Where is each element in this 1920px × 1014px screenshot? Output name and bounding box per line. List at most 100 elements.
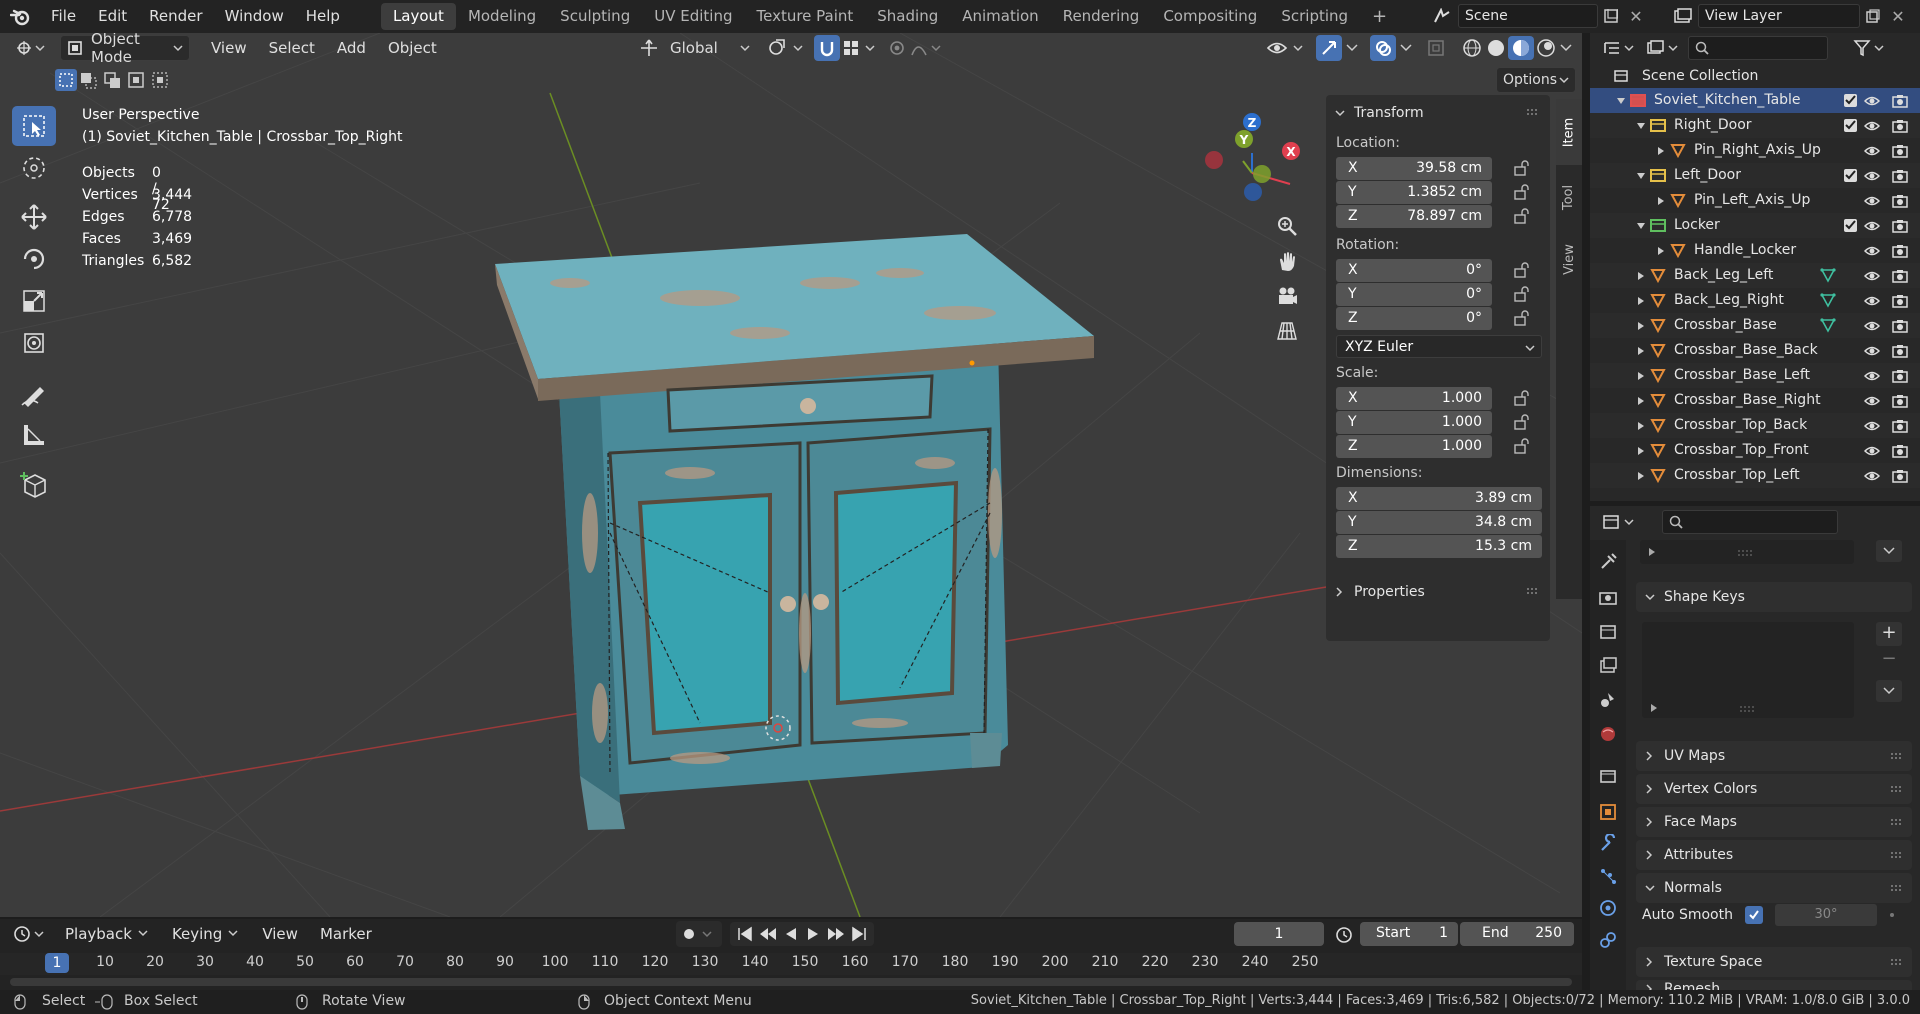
timeline-menu-playback[interactable]: Playback — [54, 921, 161, 947]
drag-handle-icon[interactable] — [1526, 587, 1540, 595]
new-view-layer-icon[interactable] — [1860, 4, 1886, 28]
location-z-field[interactable]: Z 78.897 cm — [1336, 205, 1492, 228]
tab-scripting[interactable]: Scripting — [1269, 3, 1360, 30]
select-intersect-icon[interactable] — [149, 69, 173, 91]
snap-toggle-icon[interactable] — [814, 35, 840, 61]
viewport-menu-view[interactable]: View — [200, 35, 258, 61]
menu-render[interactable]: Render — [138, 0, 213, 33]
tool-settings-icon[interactable] — [1598, 552, 1618, 572]
location-y-field[interactable]: Y 1.3852 cm — [1336, 181, 1492, 204]
add-shape-key-button[interactable]: + — [1876, 622, 1902, 646]
chevron-right-icon[interactable] — [1656, 196, 1666, 206]
particles-properties-icon[interactable] — [1598, 866, 1618, 886]
cursor-tool[interactable] — [12, 148, 56, 188]
outliner-row[interactable]: Crossbar_Base — [1590, 313, 1920, 338]
unlock-icon[interactable] — [1513, 286, 1531, 302]
eye-icon[interactable] — [1864, 419, 1880, 433]
transform-orientation-dropdown[interactable]: Global — [664, 35, 756, 61]
camera-render-icon[interactable] — [1892, 419, 1908, 433]
wireframe-shading-icon[interactable] — [1460, 37, 1484, 59]
transform-tool[interactable] — [12, 323, 56, 363]
camera-render-icon[interactable] — [1892, 219, 1908, 233]
viewport-menu-add[interactable]: Add — [326, 35, 377, 61]
tab-sculpting[interactable]: Sculpting — [548, 3, 642, 30]
camera-render-icon[interactable] — [1892, 369, 1908, 383]
panel-header-uv-maps[interactable]: UV Maps — [1636, 741, 1912, 771]
eye-icon[interactable] — [1864, 94, 1880, 108]
chevron-down-icon[interactable] — [1398, 42, 1414, 54]
outliner-row[interactable]: Crossbar_Top_Left — [1590, 463, 1920, 488]
outliner-row[interactable]: Pin_Left_Axis_Up — [1590, 188, 1920, 213]
drag-handle-icon[interactable] — [1890, 958, 1904, 966]
eye-icon[interactable] — [1864, 469, 1880, 483]
rotation-z-field[interactable]: Z 0° — [1336, 307, 1492, 330]
chevron-right-icon[interactable] — [1656, 146, 1666, 156]
outliner-editor-type-icon[interactable] — [1600, 35, 1638, 61]
view-layer-icon[interactable] — [1668, 4, 1698, 28]
view-layer-properties-icon[interactable] — [1598, 656, 1618, 676]
outliner-row[interactable]: Soviet_Kitchen_Table — [1590, 88, 1920, 113]
outliner-row[interactable]: Locker — [1590, 213, 1920, 238]
camera-render-icon[interactable] — [1892, 269, 1908, 283]
camera-view-icon[interactable] — [1272, 281, 1302, 311]
unlock-icon[interactable] — [1513, 208, 1531, 224]
eye-icon[interactable] — [1864, 194, 1880, 208]
tab-compositing[interactable]: Compositing — [1151, 3, 1269, 30]
filter-icon[interactable] — [1850, 35, 1890, 61]
exclude-checkbox[interactable] — [1844, 119, 1857, 132]
keyframe-dot-icon[interactable] — [1887, 910, 1897, 920]
auto-smooth-checkbox[interactable] — [1744, 906, 1763, 924]
physics-properties-icon[interactable] — [1598, 898, 1618, 918]
outliner-row[interactable]: Pin_Right_Axis_Up — [1590, 138, 1920, 163]
chevron-right-icon[interactable] — [1636, 321, 1646, 331]
new-scene-icon[interactable] — [1598, 4, 1624, 28]
properties-search-input[interactable] — [1662, 510, 1838, 534]
tab-rendering[interactable]: Rendering — [1051, 3, 1152, 30]
select-box-tool[interactable] — [12, 106, 56, 146]
render-properties-icon[interactable] — [1598, 588, 1618, 608]
eye-icon[interactable] — [1864, 444, 1880, 458]
chevron-right-icon[interactable] — [1636, 471, 1646, 481]
unlock-icon[interactable] — [1513, 390, 1531, 406]
unlock-icon[interactable] — [1513, 160, 1531, 176]
camera-render-icon[interactable] — [1892, 119, 1908, 133]
eye-icon[interactable] — [1864, 269, 1880, 283]
dimension-y-field[interactable]: Y 34.8 cm — [1336, 511, 1542, 534]
list-menu-button[interactable] — [1876, 540, 1902, 562]
panel-header-normals[interactable]: Normals — [1636, 873, 1912, 903]
panel-header-face-maps[interactable]: Face Maps — [1636, 807, 1912, 837]
pan-hand-icon[interactable] — [1272, 246, 1302, 276]
chevron-down-icon[interactable] — [1616, 96, 1626, 106]
solid-shading-icon[interactable] — [1484, 37, 1508, 59]
rotation-x-field[interactable]: X 0° — [1336, 259, 1492, 282]
chevron-right-icon[interactable] — [1656, 246, 1666, 256]
outliner-row[interactable]: Back_Leg_Right — [1590, 288, 1920, 313]
eye-icon[interactable] — [1864, 294, 1880, 308]
outliner-search-input[interactable] — [1688, 36, 1828, 60]
tab-layout[interactable]: Layout — [380, 3, 456, 30]
menu-window[interactable]: Window — [214, 0, 295, 33]
display-mode-icon[interactable] — [1644, 35, 1682, 61]
menu-edit[interactable]: Edit — [87, 0, 138, 33]
chevron-right-icon[interactable] — [1636, 371, 1646, 381]
timeline-menu-marker[interactable]: Marker — [309, 921, 383, 947]
chevron-right-icon[interactable] — [1636, 421, 1646, 431]
tab-tool[interactable]: Tool — [1556, 169, 1582, 225]
unlock-icon[interactable] — [1513, 310, 1531, 326]
overlays-toggle-icon[interactable] — [1370, 35, 1396, 61]
scene-icon[interactable] — [1428, 4, 1458, 28]
measure-tool[interactable] — [12, 415, 56, 455]
panel-header-attributes[interactable]: Attributes — [1636, 840, 1912, 870]
exclude-checkbox[interactable] — [1844, 169, 1857, 182]
select-invert-icon[interactable] — [125, 69, 149, 91]
drag-handle-icon[interactable] — [1890, 884, 1904, 892]
chevron-down-icon[interactable] — [1636, 221, 1646, 231]
menu-file[interactable]: File — [40, 0, 87, 33]
eye-icon[interactable] — [1864, 344, 1880, 358]
outliner-row[interactable]: Crossbar_Base_Back — [1590, 338, 1920, 363]
add-cube-tool[interactable] — [12, 465, 56, 505]
chevron-down-icon[interactable] — [1558, 42, 1574, 54]
camera-render-icon[interactable] — [1892, 394, 1908, 408]
cabinet-model[interactable] — [495, 234, 1094, 830]
eye-icon[interactable] — [1864, 219, 1880, 233]
